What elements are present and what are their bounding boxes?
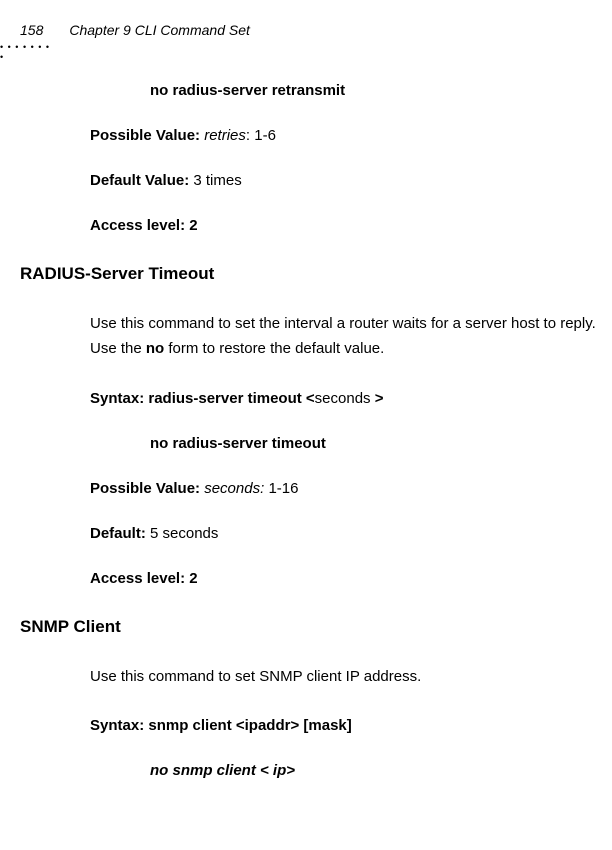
timeout-description: Use this command to set the interval a r… (90, 312, 602, 362)
access-level-label: Access level: 2 (90, 570, 198, 587)
syntax-close: > (375, 390, 384, 407)
timeout-access-level: Access level: 2 (90, 570, 602, 587)
timeout-default: Default: 5 seconds (90, 525, 602, 542)
snmp-heading: SNMP Client (20, 617, 602, 637)
timeout-possible-value: Possible Value: seconds: 1-16 (90, 480, 602, 497)
timeout-syntax: Syntax: radius-server timeout <seconds > (90, 390, 602, 407)
default-label: Default: (90, 525, 150, 542)
default-value-text: 3 times (193, 172, 241, 189)
snmp-no-form: no snmp client < ip> (150, 762, 602, 779)
syntax-label: Syntax: snmp client <ipaddr> [mask] (90, 717, 352, 734)
retransmit-possible-value: Possible Value: retries: 1-6 (90, 127, 602, 144)
syntax-label: Syntax: radius-server timeout < (90, 390, 315, 407)
header-dots: • • • • • • • • (0, 42, 52, 50)
page-content: no radius-server retransmit Possible Val… (0, 82, 612, 779)
page-number: 158 (20, 22, 43, 38)
retransmit-no-form: no radius-server retransmit (150, 82, 602, 99)
possible-value-label: Possible Value: (90, 480, 204, 497)
access-level-label: Access level: 2 (90, 217, 198, 234)
default-text: 5 seconds (150, 525, 218, 542)
snmp-syntax: Syntax: snmp client <ipaddr> [mask] (90, 717, 602, 734)
description-bold: no (146, 340, 164, 357)
description-part2: form to restore the default value. (164, 340, 384, 357)
snmp-description: Use this command to set SNMP client IP a… (90, 665, 602, 690)
default-value-label: Default Value: (90, 172, 193, 189)
possible-value-param: seconds: (204, 480, 268, 497)
possible-value-range: : 1-6 (246, 127, 276, 144)
syntax-param: seconds (315, 390, 375, 407)
possible-value-range: 1-16 (268, 480, 298, 497)
timeout-heading: RADIUS-Server Timeout (20, 264, 602, 284)
chapter-title: Chapter 9 CLI Command Set (69, 22, 250, 38)
possible-value-param: retries (204, 127, 246, 144)
page-header: 158 Chapter 9 CLI Command Set (0, 22, 612, 38)
retransmit-access-level: Access level: 2 (90, 217, 602, 234)
possible-value-label: Possible Value: (90, 127, 204, 144)
timeout-no-form: no radius-server timeout (150, 435, 602, 452)
retransmit-default-value: Default Value: 3 times (90, 172, 602, 189)
